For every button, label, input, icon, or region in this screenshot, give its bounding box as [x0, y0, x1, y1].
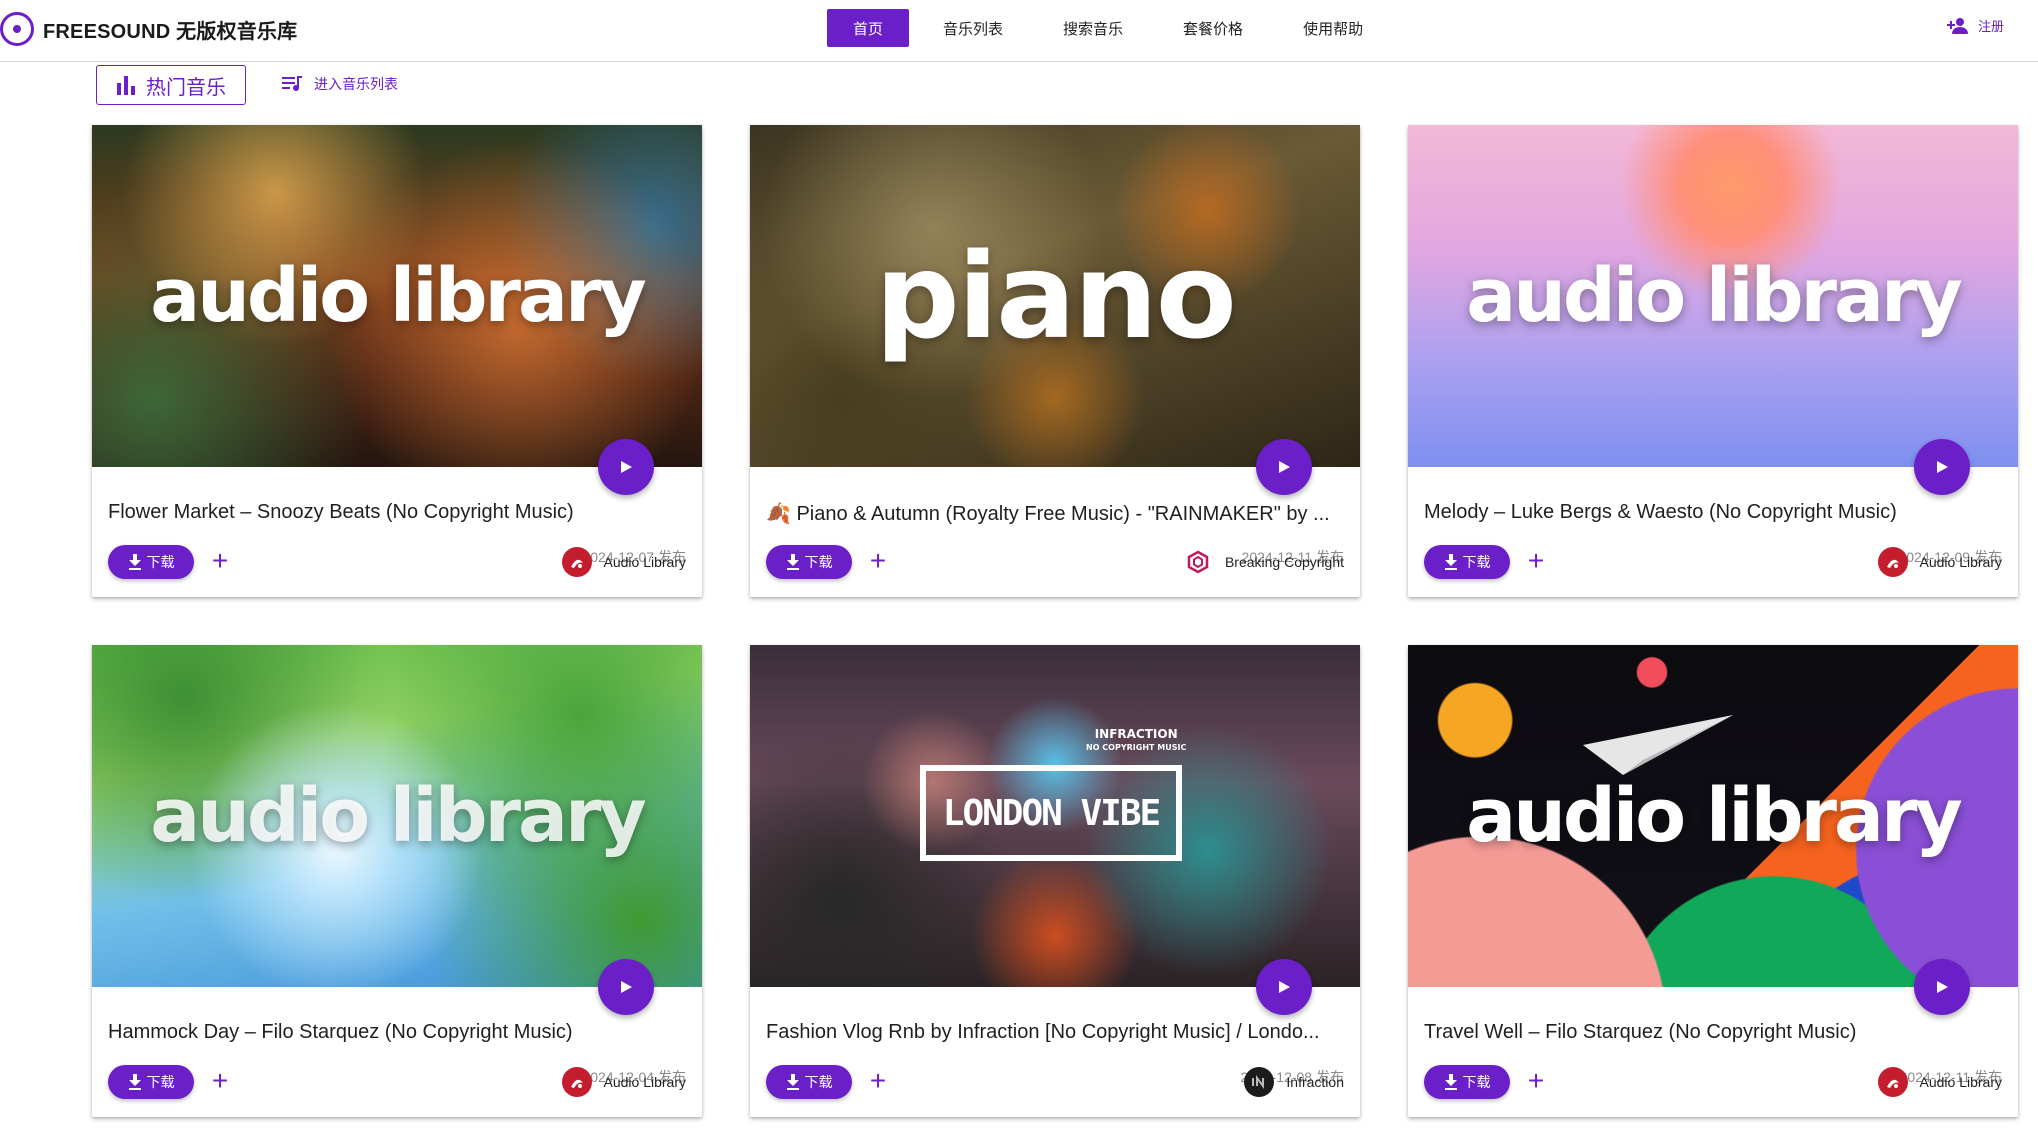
download-label: 下载 [1462, 554, 1491, 570]
download-icon [128, 554, 141, 570]
music-thumbnail[interactable]: audio library [92, 125, 702, 467]
channel[interactable]: Breaking Copyright [1182, 545, 1344, 579]
music-card[interactable]: audio library Flower Market – Snoozy Bea… [92, 125, 702, 597]
thumbnail-text: piano [875, 227, 1237, 365]
add-user-icon [1946, 17, 1968, 34]
music-title[interactable]: 🍂 Piano & Autumn (Royalty Free Music) - … [766, 501, 1346, 526]
top-navigation-bar: FREESOUND 无版权音乐库 首页 音乐列表 搜索音乐 套餐价格 使用帮助 … [0, 0, 2038, 62]
download-label: 下载 [804, 1074, 833, 1090]
channel[interactable]: Audio Library [1877, 545, 2003, 579]
thumbnail-text: audio library [150, 773, 646, 859]
play-icon [1279, 981, 1290, 993]
music-card[interactable]: piano 🍂 Piano & Autumn (Royalty Free Mus… [750, 125, 1360, 597]
enter-music-list-label: 进入音乐列表 [314, 76, 398, 92]
audio-library-logo-icon [561, 1067, 592, 1097]
download-icon [786, 554, 799, 570]
download-label: 下载 [1462, 1074, 1491, 1090]
music-thumbnail[interactable]: audio library [1408, 645, 2018, 987]
channel-name: Infraction [1286, 1074, 1344, 1090]
play-icon [621, 461, 632, 473]
nav-item-search-music[interactable]: 搜索音乐 [1037, 9, 1149, 47]
bar-chart-icon [117, 76, 135, 95]
audio-library-logo-icon [561, 547, 592, 577]
download-button[interactable]: 下载 [766, 545, 852, 579]
add-to-list-button[interactable]: + [205, 543, 235, 579]
thumbnail-tag: INFRACTION NO COPYRIGHT MUSIC [1086, 727, 1187, 752]
channel-name: Audio Library [1919, 554, 2003, 570]
channel[interactable]: Infraction [1244, 1065, 1344, 1099]
channel[interactable]: Audio Library [561, 545, 687, 579]
register-button[interactable]: 注册 [1946, 16, 2004, 35]
music-title[interactable]: Travel Well – Filo Starquez (No Copyrigh… [1424, 1021, 2004, 1044]
register-label: 注册 [1977, 19, 2004, 34]
download-icon [1444, 554, 1457, 570]
music-thumbnail[interactable]: piano [750, 125, 1360, 467]
playlist-icon [282, 76, 302, 91]
music-title[interactable]: Fashion Vlog Rnb by Infraction [No Copyr… [766, 1021, 1346, 1044]
nav-item-pricing[interactable]: 套餐价格 [1157, 9, 1269, 47]
play-icon [1937, 981, 1948, 993]
download-icon [1444, 1074, 1457, 1090]
download-label: 下载 [146, 554, 175, 570]
download-label: 下载 [804, 554, 833, 570]
download-button[interactable]: 下载 [1424, 1065, 1510, 1099]
play-button[interactable] [1914, 959, 1970, 1015]
music-thumbnail[interactable]: audio library [1408, 125, 2018, 467]
infraction-logo-icon [1244, 1067, 1275, 1097]
download-label: 下载 [146, 1074, 175, 1090]
enter-music-list-link[interactable]: 进入音乐列表 [282, 74, 398, 94]
music-card[interactable]: audio library Melody – Luke Bergs & Waes… [1408, 125, 2018, 597]
channel[interactable]: Audio Library [1877, 1065, 2003, 1099]
add-to-list-button[interactable]: + [1521, 1063, 1551, 1099]
channel-name: Audio Library [603, 1074, 687, 1090]
play-icon [621, 981, 632, 993]
download-button[interactable]: 下载 [766, 1065, 852, 1099]
hot-music-button[interactable]: 热门音乐 [96, 65, 246, 105]
add-to-list-button[interactable]: + [1521, 543, 1551, 579]
play-button[interactable] [598, 959, 654, 1015]
audio-library-logo-icon [1877, 1067, 1908, 1097]
play-button[interactable] [1256, 959, 1312, 1015]
download-button[interactable]: 下载 [108, 545, 194, 579]
thumbnail-text: LONDON VIBE [920, 765, 1182, 861]
music-thumbnail[interactable]: INFRACTION NO COPYRIGHT MUSIC LONDON VIB… [750, 645, 1360, 987]
download-icon [786, 1074, 799, 1090]
thumbnail-text: audio library [150, 253, 646, 339]
download-icon [128, 1074, 141, 1090]
add-to-list-button[interactable]: + [205, 1063, 235, 1099]
download-button[interactable]: 下载 [1424, 545, 1510, 579]
nav-item-help[interactable]: 使用帮助 [1277, 9, 1389, 47]
thumbnail-text: audio library [1466, 253, 1962, 339]
play-icon [1937, 461, 1948, 473]
brand-name: FREESOUND 无版权音乐库 [43, 20, 298, 43]
music-card[interactable]: audio library Travel Well – Filo Starque… [1408, 645, 2018, 1117]
main-nav: 首页 音乐列表 搜索音乐 套餐价格 使用帮助 [827, 9, 1397, 47]
channel-name: Audio Library [603, 554, 687, 570]
vinyl-logo-icon [0, 12, 34, 46]
brand[interactable]: FREESOUND 无版权音乐库 [0, 12, 297, 46]
breaking-copyright-logo-icon [1182, 547, 1213, 577]
play-button[interactable] [1256, 439, 1312, 495]
music-card[interactable]: audio library Hammock Day – Filo Starque… [92, 645, 702, 1117]
channel-name: Audio Library [1919, 1074, 2003, 1090]
hot-music-label: 热门音乐 [146, 76, 226, 99]
play-button[interactable] [1914, 439, 1970, 495]
nav-item-home[interactable]: 首页 [827, 9, 910, 47]
download-button[interactable]: 下载 [108, 1065, 194, 1099]
play-icon [1279, 461, 1290, 473]
channel-name: Breaking Copyright [1224, 554, 1344, 570]
add-to-list-button[interactable]: + [863, 1063, 893, 1099]
add-to-list-button[interactable]: + [863, 543, 893, 579]
music-title[interactable]: Flower Market – Snoozy Beats (No Copyrig… [108, 501, 688, 524]
music-title[interactable]: Hammock Day – Filo Starquez (No Copyrigh… [108, 1021, 688, 1044]
music-thumbnail[interactable]: audio library [92, 645, 702, 987]
thumbnail-text: audio library [1466, 773, 1962, 859]
nav-item-music-list[interactable]: 音乐列表 [917, 9, 1029, 47]
play-button[interactable] [598, 439, 654, 495]
music-card[interactable]: INFRACTION NO COPYRIGHT MUSIC LONDON VIB… [750, 645, 1360, 1117]
audio-library-logo-icon [1877, 547, 1908, 577]
channel[interactable]: Audio Library [561, 1065, 687, 1099]
music-title[interactable]: Melody – Luke Bergs & Waesto (No Copyrig… [1424, 501, 2004, 524]
